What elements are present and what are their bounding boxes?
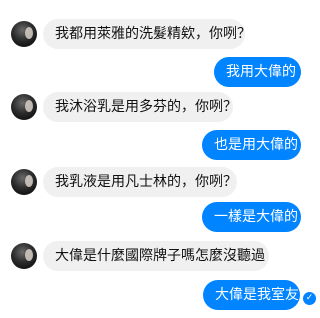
message-row-outgoing: 一樣是大偉的 [0,202,320,232]
message-row-outgoing: 也是用大偉的 [0,130,320,160]
message-bubble-incoming[interactable]: 大偉是什麼國際牌子嗎怎麼沒聽過 [43,241,269,271]
chat-thread: 我都用萊雅的洗髮精欸，你咧？ 我用大偉的 我沐浴乳是用多芬的，你咧？ 也是用大偉… [0,0,320,318]
message-row-incoming: 我乳液是用凡士林的，你咧？ [0,167,320,197]
message-row-incoming: 我沐浴乳是用多芬的，你咧？ [0,92,320,122]
message-row-incoming: 大偉是什麼國際牌子嗎怎麼沒聽過 [0,241,320,271]
avatar[interactable] [11,169,37,195]
avatar[interactable] [11,94,37,120]
message-bubble-outgoing[interactable]: 我用大偉的 [214,57,301,87]
seen-check-icon: ✓ [303,292,316,305]
message-row-outgoing: 我用大偉的 [0,57,320,87]
avatar[interactable] [11,21,37,47]
message-row-outgoing: 大偉是我室友 ✓ [0,280,320,310]
message-bubble-incoming[interactable]: 我都用萊雅的洗髮精欸，你咧？ [43,19,251,49]
message-bubble-incoming[interactable]: 我沐浴乳是用多芬的，你咧？ [43,92,237,122]
message-bubble-outgoing[interactable]: 一樣是大偉的 [202,202,301,232]
message-row-incoming: 我都用萊雅的洗髮精欸，你咧？ [0,19,320,49]
message-bubble-outgoing[interactable]: 大偉是我室友 [203,280,300,310]
message-bubble-incoming[interactable]: 我乳液是用凡士林的，你咧？ [43,167,237,197]
message-bubble-outgoing[interactable]: 也是用大偉的 [202,130,301,160]
avatar[interactable] [11,243,37,269]
